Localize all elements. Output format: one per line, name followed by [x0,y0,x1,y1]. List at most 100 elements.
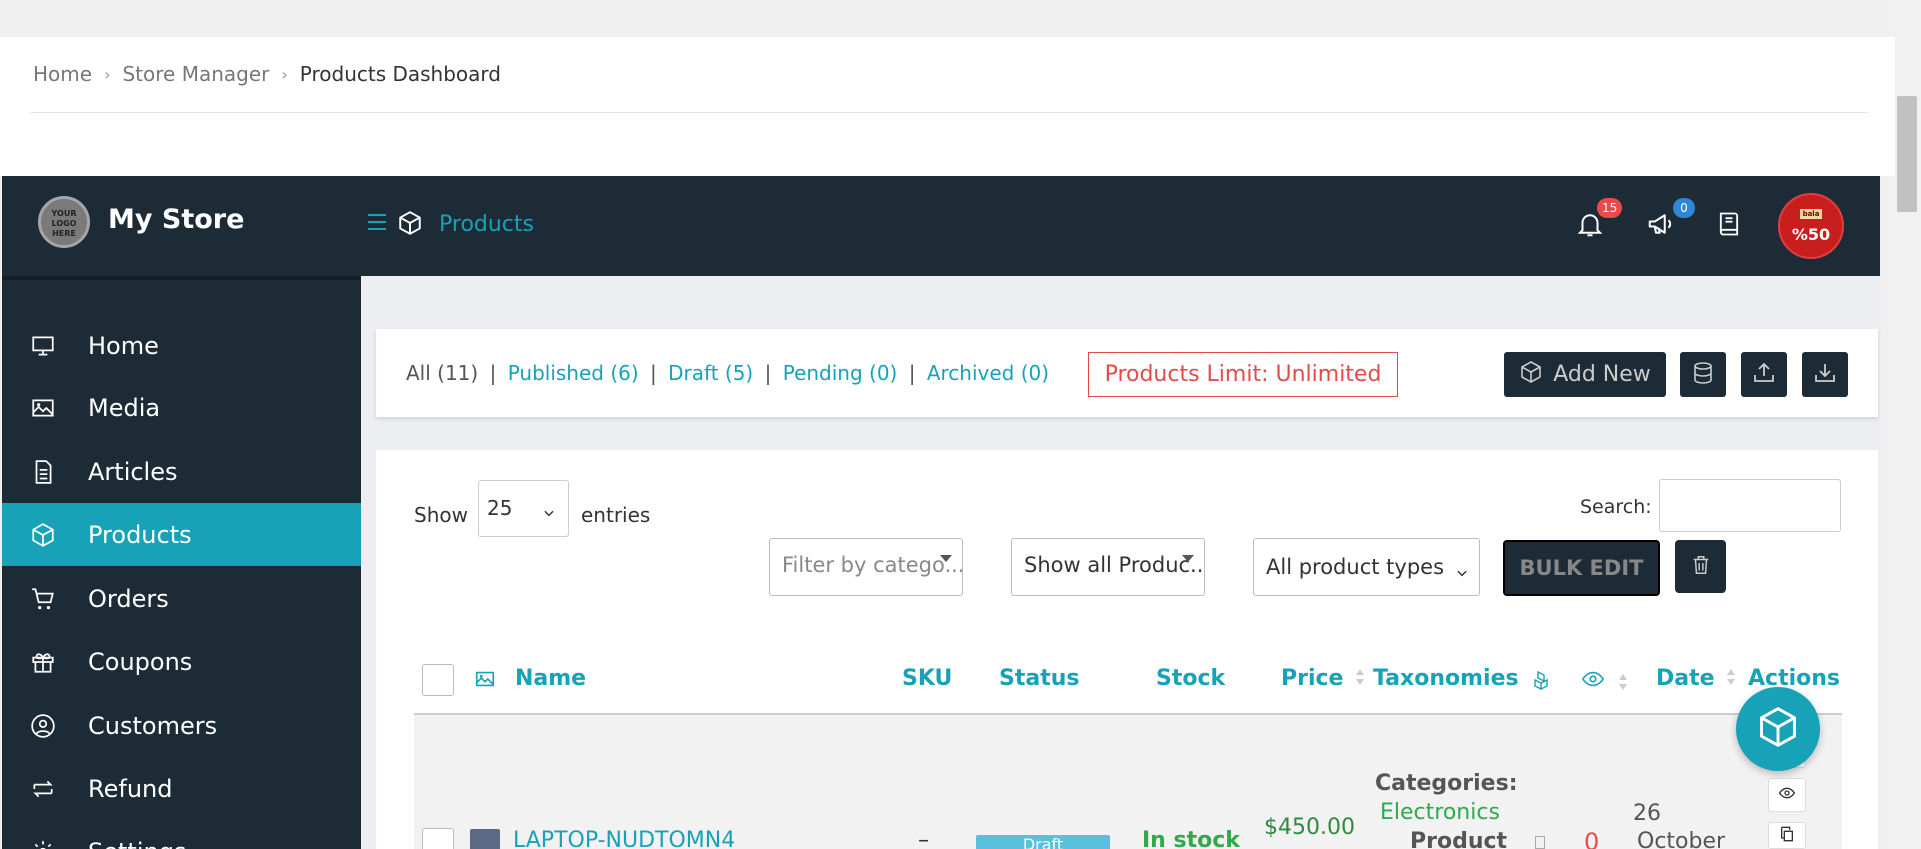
separator: | [764,361,772,385]
refund-icon [28,774,58,804]
bulk-edit-button[interactable]: BULK EDIT [1503,540,1660,596]
sidebar-item-customers[interactable]: Customers [2,694,361,757]
announcements-badge: 0 [1673,198,1695,218]
divider [30,112,1868,113]
notifications-badge: 15 [1597,198,1623,218]
book-icon[interactable] [1715,209,1749,243]
filter-draft[interactable]: Draft (5) [668,361,753,385]
bulk-delete-button[interactable] [1675,540,1726,593]
caret-down-icon [940,555,952,562]
product-type-icon [1535,836,1545,849]
sidebar-item-home[interactable]: Home [2,314,361,377]
select-all-checkbox[interactable] [422,664,454,696]
gift-icon [28,647,58,677]
breadcrumb-store-manager[interactable]: Store Manager [122,62,269,86]
eye-icon [1580,671,1606,696]
upload-icon [1752,361,1776,389]
cubes-icon [1528,668,1554,696]
breadcrumb-home[interactable]: Home [33,62,92,86]
chevron-right-icon: › [281,64,288,84]
database-button[interactable] [1680,352,1726,397]
product-price: $450.00 [1264,815,1355,840]
search-input[interactable] [1659,479,1841,532]
product-views: 0 [1584,828,1600,849]
user-avatar[interactable]: bala %50 [1778,193,1844,259]
page-size-value: 25 [487,496,513,520]
filter-all[interactable]: All (11) [406,361,478,385]
sidebar-item-products[interactable]: Products [2,503,361,566]
column-header-sku[interactable]: SKU [902,666,952,691]
sidebar-item-settings[interactable]: Settings [2,820,361,849]
filter-pending[interactable]: Pending (0) [783,361,898,385]
floating-products-button[interactable] [1736,687,1820,771]
product-name-link[interactable]: LAPTOP-NUDTOMN4 [513,828,735,849]
store-logo[interactable]: YOUR LOGO HERE [38,196,90,248]
product-type-select[interactable]: All product types [1253,538,1480,596]
column-header-status: Status [999,666,1080,691]
section-title: Products [439,212,534,237]
page-size-select[interactable]: 25 [478,480,569,537]
category-filter-select[interactable]: Filter by catego... [769,538,963,596]
row-checkbox[interactable] [422,828,454,849]
sidebar-item-label: Media [88,393,161,422]
show-label: Show [414,503,468,527]
product-thumbnail[interactable] [470,829,500,849]
product-date-day: 26 [1633,801,1661,826]
sidebar-item-media[interactable]: Media [2,376,361,439]
product-sku: – [918,828,929,849]
breadcrumb-panel [0,37,1895,176]
cube-icon [1519,360,1543,390]
cart-icon [28,584,58,614]
monitor-icon [28,331,58,361]
taxonomy-label: Categories: [1375,771,1518,796]
sidebar-item-coupons[interactable]: Coupons [2,630,361,693]
export-button[interactable] [1741,352,1787,397]
logo-text: YOUR LOGO HERE [51,209,77,238]
date-header-label: Date [1656,666,1715,691]
product-stock: In stock [1142,828,1240,849]
add-new-button[interactable]: Add New [1504,352,1666,397]
filter-published[interactable]: Published (6) [508,361,639,385]
breadcrumb: Home › Store Manager › Products Dashboar… [33,62,501,86]
eye-icon [1777,785,1797,805]
column-header-taxonomies: Taxonomies [1373,666,1519,691]
products-limit-badge: Products Limit: Unlimited [1088,352,1398,397]
entries-label: entries [581,503,651,527]
duplicate-action-button[interactable] [1768,822,1806,849]
column-header-price[interactable]: Price [1281,666,1365,692]
sidebar-item-label: Settings [88,838,186,849]
chevron-down-icon [1455,561,1469,585]
column-header-date[interactable]: Date [1656,666,1736,692]
sort-icon [1726,667,1736,692]
megaphone-icon[interactable] [1645,209,1679,243]
sidebar-item-label: Refund [88,774,173,803]
sidebar-item-articles[interactable]: Articles [2,440,361,503]
gear-icon [28,837,58,849]
separator: | [489,361,497,385]
avatar-label: bala [1799,209,1823,219]
add-new-label: Add New [1553,362,1651,387]
user-circle-icon [28,711,58,741]
filter-archived[interactable]: Archived (0) [927,361,1049,385]
breadcrumb-current: Products Dashboard [299,62,501,86]
import-button[interactable] [1802,352,1848,397]
category-link[interactable]: Electronics [1380,800,1500,825]
view-action-button[interactable] [1768,778,1806,812]
column-header-name[interactable]: Name [515,666,586,691]
scrollbar-thumb[interactable] [1897,96,1917,212]
views-column-header[interactable] [1580,668,1628,697]
price-header-label: Price [1281,666,1344,691]
database-icon [1691,361,1715,389]
search-label: Search: [1580,496,1652,518]
product-type-value: All product types [1266,555,1445,579]
store-name[interactable]: My Store [108,204,244,235]
image-icon [28,393,58,423]
separator: | [908,361,916,385]
column-header-stock: Stock [1156,666,1226,691]
copy-icon [1779,825,1795,847]
hamburger-menu-icon[interactable] [365,210,389,234]
product-filter-select[interactable]: Show all Produc... [1011,538,1205,596]
sidebar-item-orders[interactable]: Orders [2,567,361,630]
sidebar-item-refund[interactable]: Refund [2,757,361,820]
sidebar-item-label: Products [88,520,192,549]
